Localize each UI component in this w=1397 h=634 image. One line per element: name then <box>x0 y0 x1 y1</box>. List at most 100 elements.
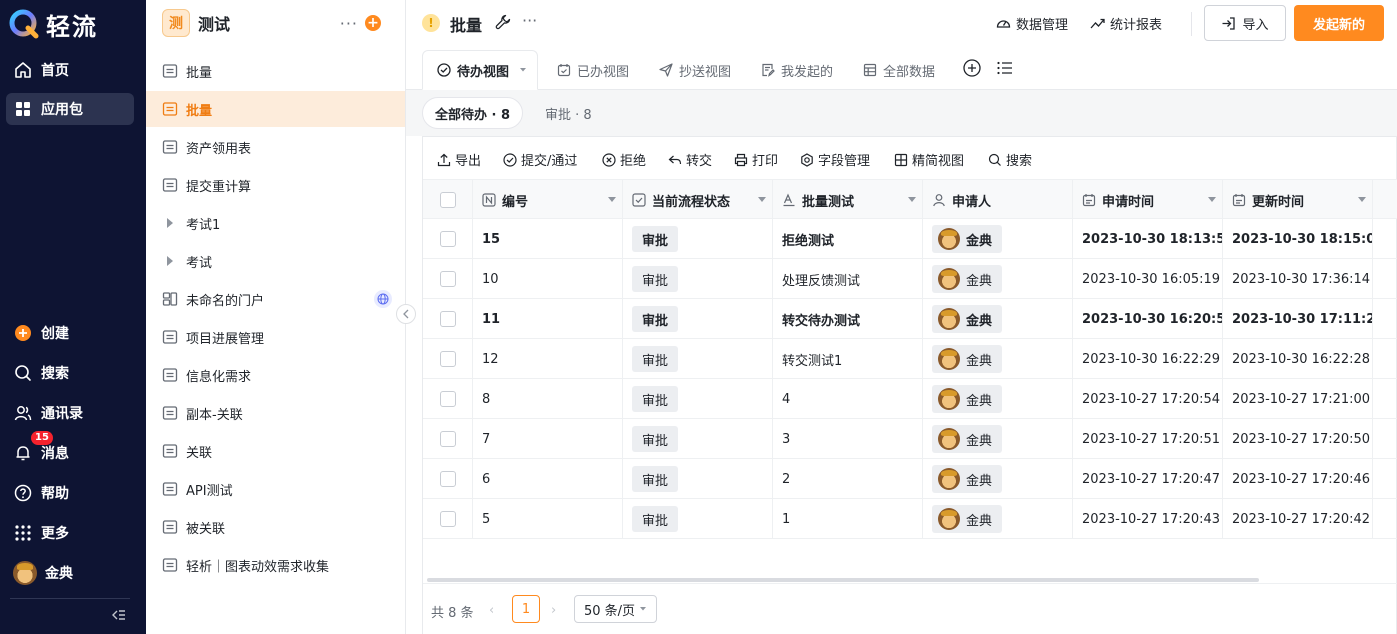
row-checkbox[interactable] <box>439 431 456 447</box>
reject-button[interactable]: 拒绝 <box>602 150 646 169</box>
applicant-chip[interactable]: 金典 <box>932 385 1003 413</box>
column-header-updated-time[interactable]: 更新时间 <box>1223 180 1373 220</box>
chevron-down-icon[interactable] <box>519 67 527 73</box>
table-row[interactable]: 10 审批 处理反馈测试 金典 2023-10-30 16:05:19 2023… <box>423 259 1397 299</box>
reports-link[interactable]: 统计报表 <box>1090 14 1162 33</box>
sidebar-item-api[interactable]: API测试 <box>146 471 405 507</box>
tab-cc[interactable]: 抄送视图 <box>659 50 731 90</box>
sidebar-item-asset[interactable]: 资产领用表 <box>146 129 405 165</box>
nav-create[interactable]: 创建 <box>6 317 134 349</box>
applicant-chip[interactable]: 金典 <box>932 225 1003 253</box>
nav-search-label: 搜索 <box>41 366 69 382</box>
nav-apps[interactable]: 应用包 <box>6 93 134 125</box>
row-checkbox[interactable] <box>439 471 456 487</box>
tab-done[interactable]: 已办视图 <box>557 50 629 90</box>
sidebar-item-copy-link[interactable]: 副本-关联 <box>146 395 405 431</box>
sidebar-folder-exam1[interactable]: 考试1 <box>146 205 405 241</box>
table-row[interactable]: 6 审批 2 金典 2023-10-27 17:20:47 2023-10-27… <box>423 459 1397 499</box>
cell-id: 7 <box>473 419 623 459</box>
column-header-id[interactable]: 编号 <box>473 180 623 220</box>
applicant-chip[interactable]: 金典 <box>932 425 1003 453</box>
table-search-button[interactable]: 搜索 <box>988 150 1032 169</box>
row-checkbox[interactable] <box>439 351 456 367</box>
sidebar-item-it-demand[interactable]: 信息化需求 <box>146 357 405 393</box>
sidebar-item-chart-demand[interactable]: 轻析｜图表动效需求收集 <box>146 547 405 583</box>
sidebar-folder-exam[interactable]: 考试 <box>146 243 405 279</box>
tab-todo[interactable]: 待办视图 <box>422 50 539 90</box>
transfer-button[interactable]: 转交 <box>668 150 712 169</box>
page-size-select[interactable]: 50 条/页 <box>574 595 657 623</box>
globe-icon[interactable] <box>374 290 392 308</box>
sidebar-item-recalc[interactable]: 提交重计算 <box>146 167 405 203</box>
total-count: 共 8 条 <box>431 606 474 621</box>
sort-caret-icon[interactable] <box>758 197 766 202</box>
table-row[interactable]: 11 审批 转交待办测试 金典 2023-10-30 16:20:57 2023… <box>423 299 1397 339</box>
nav-home[interactable]: 首页 <box>6 54 134 86</box>
table-row[interactable]: 12 审批 转交测试1 金典 2023-10-30 16:22:29 2023-… <box>423 339 1397 379</box>
import-button[interactable]: 导入 <box>1204 5 1286 41</box>
applicant-chip[interactable]: 金典 <box>932 345 1003 373</box>
nav-more[interactable]: 更多 <box>6 517 134 549</box>
sort-caret-icon[interactable] <box>1358 197 1366 202</box>
caret-right-icon[interactable] <box>162 215 178 231</box>
row-checkbox[interactable] <box>439 391 456 407</box>
tab-all[interactable]: 全部数据 <box>863 50 935 90</box>
sidebar-item-portal[interactable]: 未命名的门户 <box>146 281 405 317</box>
nav-help[interactable]: 帮助 <box>6 477 134 509</box>
collapse-app-sidebar-icon[interactable] <box>396 304 416 324</box>
table-row[interactable]: 8 审批 4 金典 2023-10-27 17:20:54 2023-10-27… <box>423 379 1397 419</box>
column-header-status[interactable]: 当前流程状态 <box>623 180 773 220</box>
field-manage-button[interactable]: 字段管理 <box>800 150 870 169</box>
next-page-button[interactable]: › <box>551 603 556 618</box>
table-row[interactable]: 7 审批 3 金典 2023-10-27 17:20:51 2023-10-27… <box>423 419 1397 459</box>
nav-user[interactable]: 金典 <box>6 557 134 589</box>
sidebar-item-linked[interactable]: 被关联 <box>146 509 405 545</box>
row-checkbox[interactable] <box>439 271 456 287</box>
compact-view-button[interactable]: 精简视图 <box>894 150 964 169</box>
view-list-icon[interactable] <box>996 59 1014 77</box>
print-button[interactable]: 打印 <box>734 150 778 169</box>
column-header-applied-time[interactable]: 申请时间 <box>1073 180 1223 220</box>
tab-mine[interactable]: 我发起的 <box>761 50 833 90</box>
export-button[interactable]: 导出 <box>437 150 481 169</box>
row-checkbox[interactable] <box>439 311 456 327</box>
select-all-checkbox[interactable] <box>439 192 456 208</box>
sort-caret-icon[interactable] <box>908 197 916 202</box>
nav-messages[interactable]: 消息 15 <box>6 431 134 469</box>
filter-all-todo[interactable]: 全部待办 · 8 <box>422 97 524 129</box>
add-icon[interactable]: + <box>365 15 381 31</box>
applicant-chip[interactable]: 金典 <box>932 265 1003 293</box>
brand[interactable]: 轻流 <box>8 7 98 41</box>
applicant-chip[interactable]: 金典 <box>932 465 1003 493</box>
sort-caret-icon[interactable] <box>1208 197 1216 202</box>
launch-new-button[interactable]: 发起新的 <box>1294 5 1384 41</box>
horizontal-scrollbar[interactable] <box>427 578 1259 582</box>
column-header-applicant[interactable]: 申请人 <box>923 180 1073 220</box>
sidebar-item-link[interactable]: 关联 <box>146 433 405 469</box>
more-horizontal-icon[interactable]: ··· <box>522 11 537 30</box>
nav-search[interactable]: 搜索 <box>6 357 134 389</box>
sort-caret-icon[interactable] <box>608 197 616 202</box>
row-checkbox[interactable] <box>439 231 456 247</box>
prev-page-button[interactable]: ‹ <box>489 603 494 618</box>
applicant-chip[interactable]: 金典 <box>932 505 1003 533</box>
more-horizontal-icon[interactable]: ··· <box>340 14 358 33</box>
filter-approve[interactable]: 审批 · 8 <box>533 97 604 129</box>
row-checkbox[interactable] <box>439 511 456 527</box>
caret-right-icon[interactable] <box>162 253 178 269</box>
sidebar-item-project[interactable]: 项目进展管理 <box>146 319 405 355</box>
sidebar-item-batch-active[interactable]: 批量 <box>146 91 405 127</box>
applicant-chip[interactable]: 金典 <box>932 305 1003 333</box>
table-row[interactable]: 15 审批 拒绝测试 金典 2023-10-30 18:13:56 2023-1… <box>423 219 1397 259</box>
add-view-icon[interactable] <box>963 59 981 77</box>
wrench-icon[interactable] <box>495 14 511 30</box>
collapse-sidebar-icon[interactable] <box>110 606 128 624</box>
page-number-current[interactable]: 1 <box>512 595 540 623</box>
nav-contacts[interactable]: 通讯录 <box>6 397 134 429</box>
table-row[interactable]: 5 审批 1 金典 2023-10-27 17:20:43 2023-10-27… <box>423 499 1397 539</box>
cell-applied-time: 2023-10-30 16:20:57 <box>1073 299 1223 339</box>
column-header-batch-test[interactable]: 批量测试 <box>773 180 923 220</box>
data-manage-link[interactable]: 数据管理 <box>996 14 1068 33</box>
submit-button[interactable]: 提交/通过 <box>503 150 577 169</box>
sidebar-item-batch[interactable]: 批量 <box>146 53 405 89</box>
